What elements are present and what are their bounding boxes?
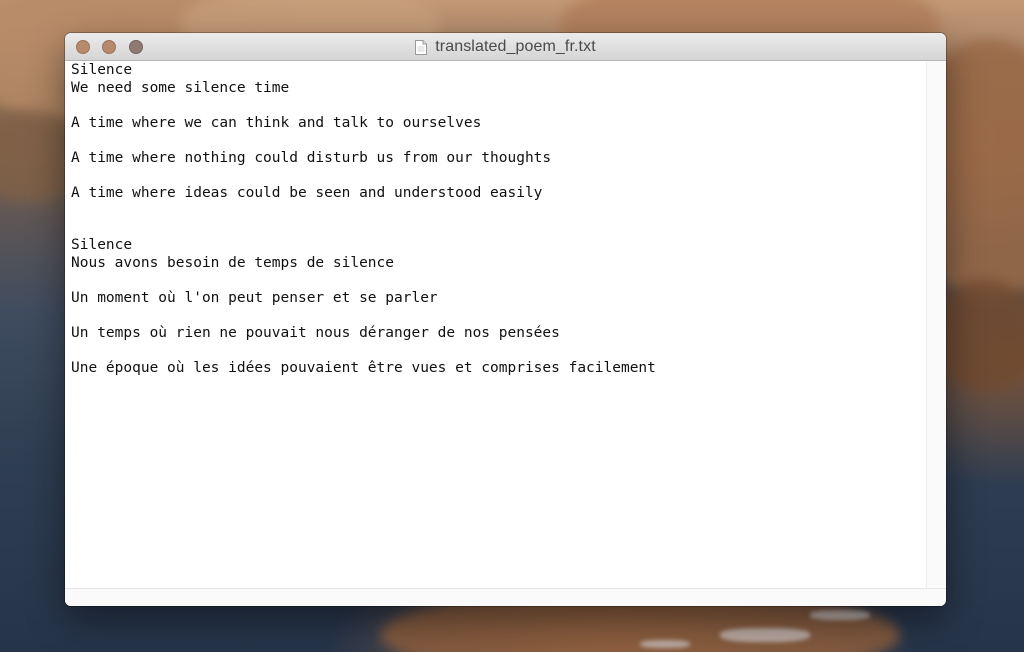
document-line [71, 220, 656, 238]
document-line [71, 167, 656, 185]
document-text[interactable]: Silence We need some silence time A time w… [71, 62, 656, 377]
document-line [71, 97, 656, 115]
document-line: Nous avons besoin de temps de silence [71, 254, 395, 271]
document-line [71, 272, 656, 290]
document-line [71, 307, 656, 325]
document-line: Une époque où les idées pouvaient être v… [71, 359, 656, 376]
document-line: Un moment où l'on peut penser et se parl… [71, 289, 438, 306]
document-line [71, 132, 656, 150]
title-bar[interactable]: translated_poem_fr.txt [65, 33, 946, 61]
document-line: Silence [71, 62, 133, 78]
document-line: Silence [71, 237, 133, 253]
document-line [71, 202, 656, 220]
document-line: A time where nothing could disturb us fr… [71, 149, 552, 166]
text-document-icon [415, 39, 428, 55]
document-line: A time where we can think and talk to ou… [71, 114, 482, 131]
horizontal-scrollbar[interactable] [65, 588, 946, 606]
vertical-scrollbar[interactable] [926, 61, 946, 588]
document-line: A time where ideas could be seen and und… [71, 184, 543, 201]
window-title: translated_poem_fr.txt [435, 38, 596, 55]
text-editor-window: translated_poem_fr.txt Silence We need so… [65, 33, 946, 606]
document-line: Un temps où rien ne pouvait nous dérange… [71, 324, 560, 341]
text-area[interactable]: Silence We need some silence time A time w… [65, 61, 926, 588]
window-title-group: translated_poem_fr.txt [65, 33, 946, 61]
document-line [71, 342, 656, 360]
document-line: We need some silence time [71, 79, 290, 96]
